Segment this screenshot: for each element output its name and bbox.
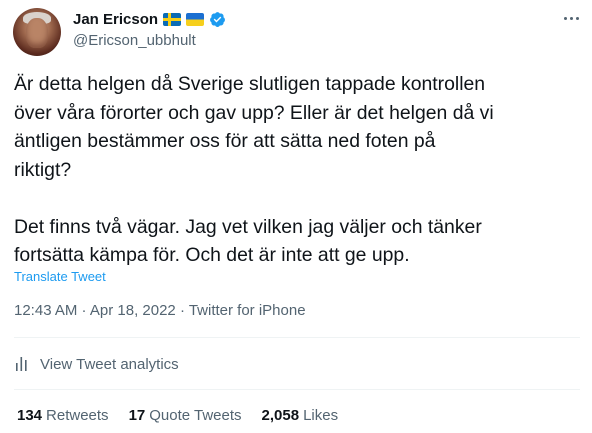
tweet-text: Är detta helgen då Sverige slutligen tap…: [14, 73, 494, 266]
likes-stat[interactable]: 2,058 Likes: [262, 407, 339, 424]
more-options-button[interactable]: [561, 10, 581, 26]
author-handle[interactable]: @Ericson_ubbhult: [73, 32, 196, 49]
divider: [14, 389, 580, 390]
analytics-icon: [16, 357, 27, 371]
verified-icon: [210, 12, 225, 27]
view-analytics-button[interactable]: View Tweet analytics: [14, 355, 179, 373]
retweets-stat[interactable]: 134 Retweets: [17, 407, 109, 424]
avatar-face: [26, 18, 48, 48]
sweden-flag-icon: [163, 13, 182, 26]
more-dot-icon: [569, 16, 573, 20]
divider: [14, 337, 580, 338]
retweets-count: 134: [17, 407, 43, 424]
likes-count: 2,058: [261, 407, 300, 424]
more-dot-icon: [575, 16, 579, 20]
analytics-label: View Tweet analytics: [40, 355, 179, 373]
more-dot-icon: [563, 16, 567, 20]
quote-tweets-count: 17: [128, 407, 146, 424]
author-name-row: Jan Ericson: [73, 11, 226, 28]
retweets-label: Retweets: [46, 407, 109, 424]
avatar[interactable]: [13, 8, 61, 56]
translate-tweet-link[interactable]: Translate Tweet: [14, 269, 106, 284]
quote-tweets-stat[interactable]: 17 Quote Tweets: [129, 407, 242, 424]
quote-tweets-label: Quote Tweets: [149, 407, 242, 424]
display-name[interactable]: Jan Ericson: [73, 11, 158, 28]
likes-label: Likes: [303, 407, 339, 424]
tweet-stats: 134 Retweets 17 Quote Tweets 2,058 Likes: [17, 407, 338, 424]
tweet-timestamp[interactable]: 12:43 AM · Apr 18, 2022 · Twitter for iP…: [14, 302, 306, 319]
ukraine-flag-icon: [186, 13, 205, 26]
